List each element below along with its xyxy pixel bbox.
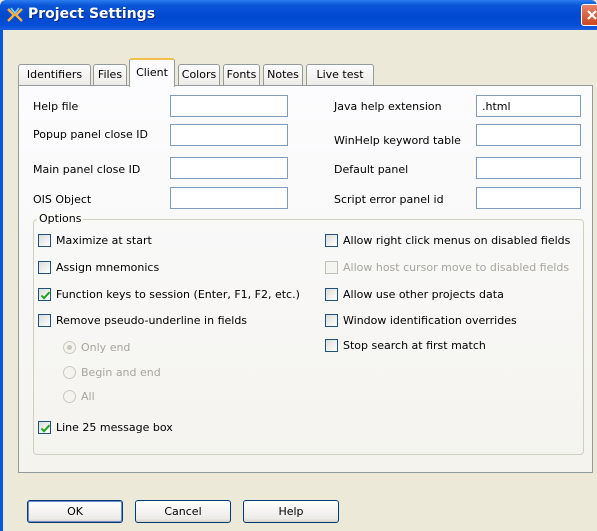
java-ext-label: Java help extension xyxy=(334,100,442,113)
script-error-label: Script error panel id xyxy=(334,193,444,206)
popup-close-input[interactable] xyxy=(170,124,288,146)
winhelp-table-input[interactable] xyxy=(476,124,581,146)
help-file-label: Help file xyxy=(33,100,79,113)
tab-colors[interactable]: Colors xyxy=(178,64,220,86)
cancel-button[interactable]: Cancel xyxy=(135,500,231,523)
default-panel-label: Default panel xyxy=(334,163,409,176)
close-icon xyxy=(587,10,597,20)
project-settings-icon xyxy=(6,6,24,24)
default-panel-input[interactable] xyxy=(476,157,581,179)
tab-fonts[interactable]: Fonts xyxy=(223,64,260,86)
popup-close-label: Popup panel close ID xyxy=(33,128,148,141)
main-close-label: Main panel close ID xyxy=(33,163,141,176)
window-title: Project Settings xyxy=(28,6,156,22)
checkmark-icon xyxy=(40,424,51,433)
help-file-input[interactable] xyxy=(170,95,288,117)
tab-files[interactable]: Files xyxy=(93,64,127,86)
tab-notes[interactable]: Notes xyxy=(263,64,303,86)
script-error-input[interactable] xyxy=(476,187,581,209)
main-close-input[interactable] xyxy=(170,157,288,179)
tab-live-test[interactable]: Live test xyxy=(306,64,374,86)
ois-object-input[interactable] xyxy=(170,187,288,209)
tab-client[interactable]: Client xyxy=(129,58,175,87)
options-legend: Options xyxy=(37,212,84,225)
java-ext-input[interactable] xyxy=(476,95,581,117)
help-button[interactable]: Help xyxy=(243,500,339,523)
title-bar[interactable]: Project Settings xyxy=(0,0,597,30)
options-group xyxy=(33,219,584,455)
ok-button[interactable]: OK xyxy=(27,500,123,523)
winhelp-table-label: WinHelp keyword table xyxy=(334,134,461,147)
close-button[interactable] xyxy=(581,4,597,26)
tab-identifiers[interactable]: Identifiers xyxy=(18,64,91,86)
checkmark-icon xyxy=(40,291,51,300)
ois-object-label: OIS Object xyxy=(33,193,92,206)
